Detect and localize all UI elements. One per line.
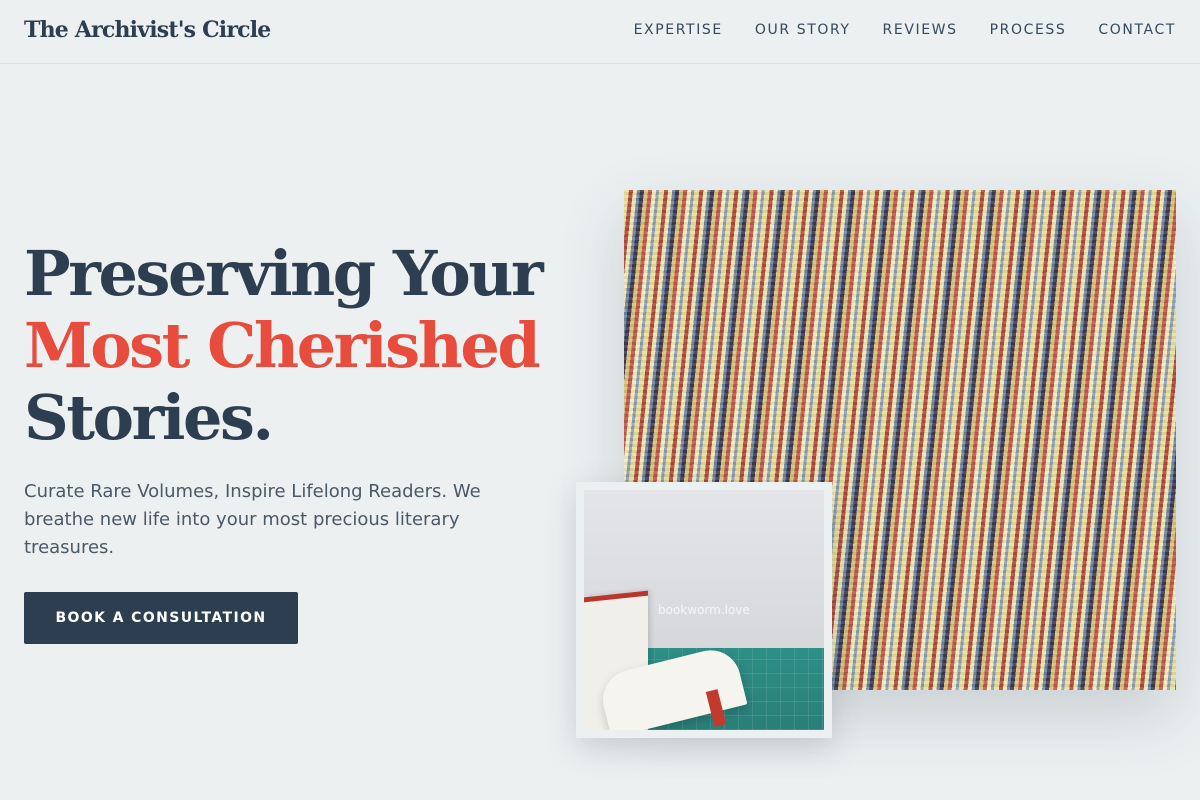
hero-subtitle: Curate Rare Volumes, Inspire Lifelong Re… — [24, 481, 481, 558]
site-header: The Archivist's Circle EXPERTISE OUR STO… — [0, 0, 1200, 64]
book-photo-card: bookworm.love — [576, 482, 832, 738]
hero-title-line-1: Preserving Your — [24, 237, 544, 310]
hero-title: Preserving Your Most Cherished Stories. — [24, 237, 544, 454]
open-book-photo: bookworm.love — [584, 490, 824, 730]
photo-watermark: bookworm.love — [658, 603, 750, 617]
nav-our-story[interactable]: OUR STORY — [755, 22, 851, 38]
hero-title-accent: Most Cherished — [24, 309, 541, 382]
nav-process[interactable]: PROCESS — [990, 22, 1067, 38]
main-nav: EXPERTISE OUR STORY REVIEWS PROCESS CONT… — [634, 22, 1176, 38]
nav-contact[interactable]: CONTACT — [1098, 22, 1176, 38]
nav-reviews[interactable]: REVIEWS — [883, 22, 958, 38]
hero-title-line-3: Stories. — [24, 381, 274, 454]
brand-logo[interactable]: The Archivist's Circle — [24, 17, 271, 43]
book-consultation-button[interactable]: BOOK A CONSULTATION — [24, 592, 298, 644]
nav-expertise[interactable]: EXPERTISE — [634, 22, 723, 38]
